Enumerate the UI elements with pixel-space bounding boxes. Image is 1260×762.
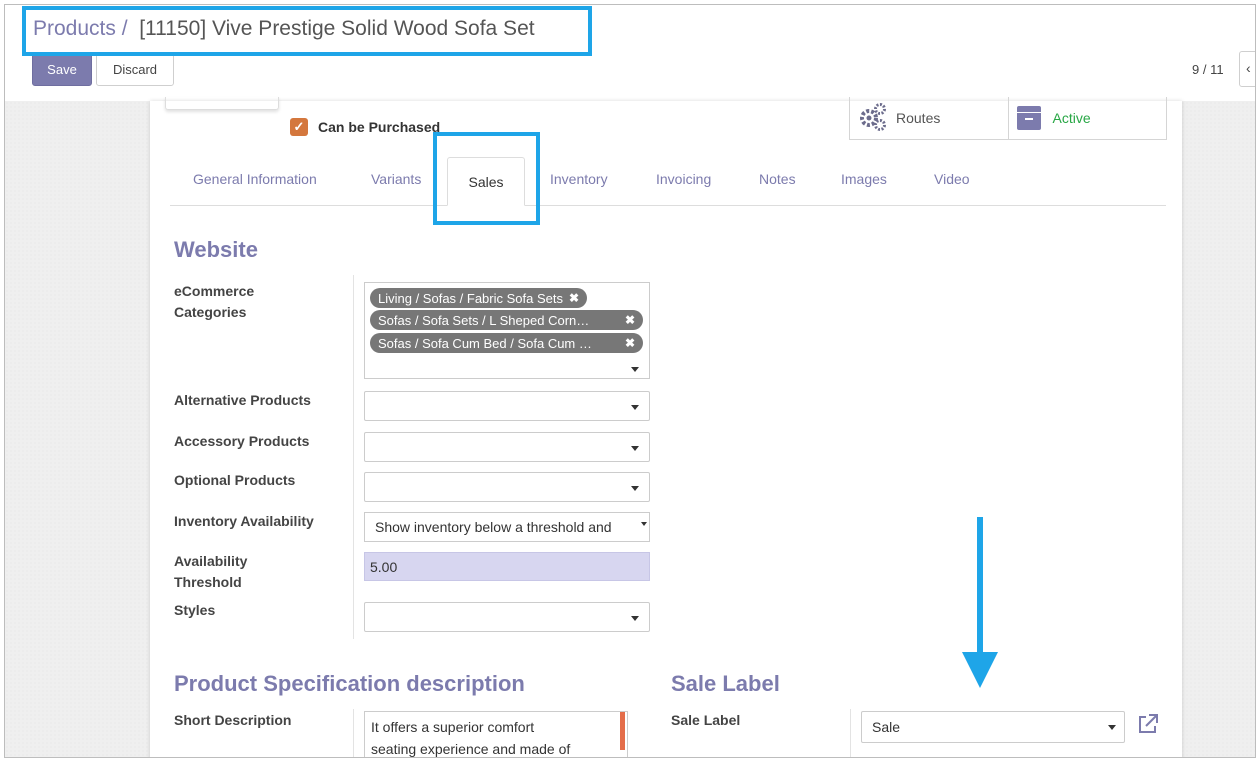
website-section-title: Website [174,237,258,262]
form-sheet: ✓ Can be Purchased Routes Active General… [150,97,1182,757]
short-description-line: It offers a superior comfort [371,719,535,735]
short-description-textarea[interactable]: It offers a superior comfort seating exp… [364,711,628,757]
category-tag: Living / Sofas / Fabric Sofa Sets ✖ [370,288,588,308]
ecommerce-label-line-2: Categories [174,304,247,320]
alternative-products-field[interactable] [364,391,650,421]
discard-button[interactable]: Discard [96,52,174,86]
styles-field[interactable] [364,602,650,632]
field-separator [353,709,354,757]
ecommerce-categories-label: eCommerce Categories [174,281,254,323]
form-background: ✓ Can be Purchased Routes Active General… [5,97,1255,757]
optional-products-label: Optional Products [174,472,296,488]
routes-button[interactable]: Routes [850,97,1008,139]
remove-tag-icon[interactable]: ✖ [569,291,579,305]
active-label: Active [1052,110,1091,126]
chevron-down-icon[interactable] [631,486,639,491]
threshold-label-line-2: Threshold [174,574,242,590]
annotation-arrow-down-icon [962,652,998,688]
styles-label: Styles [174,602,216,618]
chevron-down-icon[interactable] [631,405,639,410]
inventory-availability-label: Inventory Availability [174,513,314,529]
tab-notes[interactable]: Notes [759,171,796,187]
optional-products-field[interactable] [364,472,650,502]
product-image-box[interactable] [165,97,279,110]
textarea-resize-indicator [620,712,625,750]
product-specification-title: Product Specification description [174,671,525,696]
archive-icon [1016,106,1041,130]
smart-button-box: Routes Active [849,97,1167,140]
inventory-availability-value: Show inventory below a threshold and [375,519,612,535]
active-toggle-button[interactable]: Active [1007,97,1167,139]
chevron-down-icon[interactable] [631,616,639,621]
category-tag-label: Living / Sofas / Fabric Sofa Sets [378,290,563,306]
category-tag-label: Sofas / Sofa Sets / L Sheped Corn… [378,312,590,328]
routes-label: Routes [896,110,941,126]
can-be-purchased-row: ✓ Can be Purchased [290,118,440,136]
inventory-availability-select[interactable]: Show inventory below a threshold and [364,512,650,542]
sale-label-section-title: Sale Label [671,671,780,696]
gears-icon [858,101,888,135]
remove-tag-icon[interactable]: ✖ [625,336,635,350]
sale-label-field-label: Sale Label [671,712,741,728]
tab-variants[interactable]: Variants [371,171,421,187]
notebook-tabs: General Information Variants Sales Inven… [170,157,1166,206]
chevron-down-icon [641,522,647,526]
ecommerce-categories-field[interactable]: Living / Sofas / Fabric Sofa Sets ✖ Sofa… [364,282,650,379]
ecommerce-label-line-1: eCommerce [174,283,255,299]
annotation-highlight-sales-tab [433,132,540,225]
threshold-label-line-1: Availability [174,553,248,569]
app-window: Products / [11150] Vive Prestige Solid W… [4,4,1256,758]
field-separator [353,275,354,639]
tab-general-information[interactable]: General Information [193,171,317,187]
external-link-icon[interactable] [1137,713,1159,735]
sale-label-select[interactable]: Sale [861,711,1125,743]
category-tag: Sofas / Sofa Sets / L Sheped Corn… ✖ [370,310,643,330]
availability-threshold-input[interactable]: 5.00 [364,552,650,581]
chevron-down-icon[interactable] [631,367,639,372]
short-description-label: Short Description [174,712,292,728]
pager-value: 9 / 11 [1192,62,1224,77]
availability-threshold-label: Availability Threshold [174,551,247,593]
category-tag: Sofas / Sofa Cum Bed / Sofa Cum … ✖ [370,333,643,353]
short-description-line: seating experience and made of [371,741,571,757]
annotation-arrow-shaft [977,517,983,657]
sale-label-value: Sale [872,719,901,735]
can-be-purchased-label: Can be Purchased [318,119,441,135]
save-button[interactable]: Save [32,52,92,86]
chevron-down-icon[interactable] [1108,725,1116,730]
select-arrow[interactable] [639,513,649,541]
tab-inventory[interactable]: Inventory [550,171,608,187]
category-tag-label: Sofas / Sofa Cum Bed / Sofa Cum … [378,335,592,351]
tab-invoicing[interactable]: Invoicing [656,171,711,187]
alternative-products-label: Alternative Products [174,392,311,408]
tab-images[interactable]: Images [841,171,887,187]
field-separator [850,709,851,757]
accessory-products-label: Accessory Products [174,433,310,449]
chevron-down-icon[interactable] [631,446,639,451]
pager-previous-button[interactable]: ‹ [1239,51,1255,87]
remove-tag-icon[interactable]: ✖ [625,313,635,327]
can-be-purchased-checkbox[interactable]: ✓ [290,118,308,136]
accessory-products-field[interactable] [364,432,650,462]
tab-video[interactable]: Video [934,171,970,187]
annotation-highlight-title [22,6,592,56]
